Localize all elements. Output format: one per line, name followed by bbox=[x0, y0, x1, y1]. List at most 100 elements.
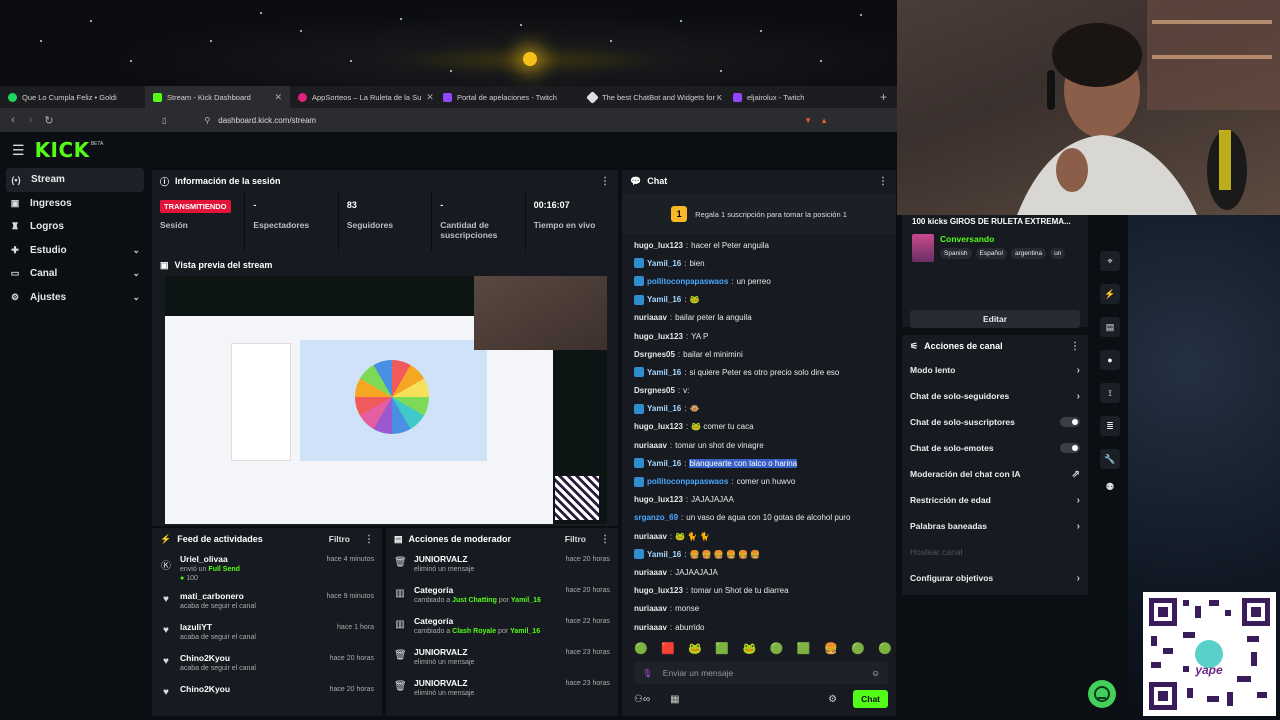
extension-brave-icon[interactable]: ▼ bbox=[804, 116, 812, 125]
emote-icon[interactable]: 🐸 bbox=[743, 642, 757, 655]
chat-username[interactable]: Yamil_16 bbox=[647, 259, 681, 268]
pinned-gift-banner[interactable]: 1 Regala 1 suscripción para tomar la pos… bbox=[622, 194, 896, 234]
tag[interactable]: Español bbox=[975, 248, 1007, 259]
chat-username[interactable]: nuriaaav bbox=[634, 568, 667, 577]
emote-icon[interactable]: 🐸 bbox=[688, 642, 702, 655]
toggle-switch[interactable] bbox=[1060, 443, 1080, 453]
edit-button[interactable]: Editar bbox=[910, 310, 1080, 328]
url-field[interactable]: ▯ ⚲ dashboard.kick.com/stream ▼ ▲ bbox=[162, 111, 828, 129]
chat-username[interactable]: hugo_lux123 bbox=[634, 495, 683, 504]
browser-tab[interactable]: AppSorteos – La Ruleta de la Su ✕ bbox=[290, 86, 435, 108]
emoji-icon[interactable]: ☺ bbox=[871, 668, 880, 678]
chat-username[interactable]: hugo_lux123 bbox=[634, 332, 683, 341]
more-options-icon[interactable]: ⋮ bbox=[1070, 341, 1080, 352]
chat-input[interactable]: 🎙 Enviar un mensaje ☺ bbox=[634, 662, 888, 684]
menu-icon[interactable]: ☰ bbox=[12, 142, 25, 159]
settings-gear-icon[interactable]: ⚙ bbox=[828, 694, 837, 705]
category-name[interactable]: Conversando bbox=[940, 234, 1065, 244]
sidebar-item-stream[interactable]: (•) Stream bbox=[6, 168, 144, 192]
mod-tools-icon[interactable]: ⚇∞ bbox=[634, 694, 650, 705]
reload-icon[interactable]: ↻ bbox=[40, 114, 58, 127]
extension-alert-icon[interactable]: ▲ bbox=[820, 116, 828, 125]
chat-username[interactable]: Yamil_16 bbox=[647, 368, 681, 377]
channel-action-row[interactable]: Moderación del chat con IA ⇗ bbox=[902, 461, 1088, 487]
lightning-icon[interactable]: ⚡ bbox=[1100, 284, 1120, 304]
chat-username[interactable]: hugo_lux123 bbox=[634, 586, 683, 595]
filter-button[interactable]: Filtro bbox=[329, 534, 350, 544]
back-icon[interactable]: ‹ bbox=[4, 114, 22, 126]
broadcast-icon[interactable]: ⟟ bbox=[1100, 383, 1120, 403]
bookmark-icon[interactable]: ▯ bbox=[162, 116, 166, 125]
sidebar-item-ajustes[interactable]: ⚙ Ajustes ⌄ bbox=[0, 286, 150, 310]
chat-username[interactable]: hugo_lux123 bbox=[634, 422, 683, 431]
chat-icon[interactable]: ● bbox=[1100, 350, 1120, 370]
chat-send-button[interactable]: Chat bbox=[853, 690, 888, 708]
browser-tab[interactable]: Que Lo Cumpla Feliz • Goldi bbox=[0, 86, 145, 108]
chat-username[interactable]: Dsrgnes05 bbox=[634, 350, 675, 359]
channel-action-row[interactable]: Palabras baneadas › bbox=[902, 513, 1088, 539]
emote-icon[interactable]: 🟢 bbox=[851, 642, 865, 655]
channel-action-row[interactable]: Configurar objetivos › bbox=[902, 565, 1088, 591]
close-icon[interactable]: ✕ bbox=[426, 92, 434, 103]
emote-icon[interactable]: 🟩 bbox=[797, 642, 811, 655]
more-options-icon[interactable]: ⋮ bbox=[600, 534, 610, 545]
chat-username[interactable]: nuriaaav bbox=[634, 313, 667, 322]
chat-username[interactable]: pollitoconpapaswaos bbox=[647, 277, 728, 286]
microphone-icon[interactable]: 🎙 bbox=[642, 668, 653, 679]
more-options-icon[interactable]: ⋮ bbox=[878, 176, 888, 187]
filter-button[interactable]: Filtro bbox=[565, 534, 586, 544]
browser-tab[interactable]: eljairolux - Twitch bbox=[725, 86, 870, 108]
target-icon[interactable]: ⌖ bbox=[1100, 251, 1120, 271]
emote-icon[interactable]: 🟥 bbox=[661, 642, 675, 655]
emote-icon[interactable]: 🟩 bbox=[715, 642, 729, 655]
new-tab-icon[interactable]: + bbox=[880, 90, 887, 104]
chat-username[interactable]: Yamil_16 bbox=[647, 550, 681, 559]
chat-username[interactable]: pollitoconpapaswaos bbox=[647, 477, 728, 486]
category-thumbnail[interactable] bbox=[912, 234, 934, 262]
emote-icon[interactable]: 🟢 bbox=[634, 642, 648, 655]
browser-tab[interactable]: Portal de apelaciones - Twitch bbox=[435, 86, 580, 108]
kick-logo[interactable]: KICK bbox=[35, 138, 90, 162]
emote-icon[interactable]: 🍔 bbox=[824, 642, 838, 655]
emote-icon[interactable]: 🟢 bbox=[878, 642, 892, 655]
site-info-icon[interactable]: ⚲ bbox=[204, 116, 210, 125]
stream-preview-video[interactable] bbox=[165, 276, 607, 524]
chat-username[interactable]: Dsrgnes05 bbox=[634, 386, 675, 395]
store-icon[interactable]: ▦ bbox=[670, 694, 679, 705]
channel-action-row[interactable]: Restricción de edad › bbox=[902, 487, 1088, 513]
database-icon[interactable]: ≣ bbox=[1100, 416, 1120, 436]
chat-messages[interactable]: hugo_lux123: hacer el Peter anguila Yamil_… bbox=[634, 236, 892, 636]
forward-icon[interactable]: › bbox=[22, 114, 40, 126]
chat-username[interactable]: nuriaaav bbox=[634, 604, 667, 613]
sidebar-item-estudio[interactable]: ✚ Estudio ⌄ bbox=[0, 239, 150, 263]
chat-username[interactable]: nuriaaav bbox=[634, 441, 667, 450]
chat-username[interactable]: Yamil_16 bbox=[647, 459, 681, 468]
browser-tab[interactable]: The best ChatBot and Widgets for K bbox=[580, 86, 725, 108]
toggle-switch[interactable] bbox=[1060, 417, 1080, 427]
more-options-icon[interactable]: ⋮ bbox=[600, 176, 610, 187]
chat-username[interactable]: nuriaaav bbox=[634, 623, 667, 632]
tag[interactable]: Spanish bbox=[940, 248, 972, 259]
tag[interactable]: un bbox=[1050, 248, 1066, 259]
channel-action-row[interactable]: Chat de solo-seguidores › bbox=[902, 383, 1088, 409]
chat-message: nuriaaav: bailar peter la anguila bbox=[634, 313, 752, 323]
wrench-icon[interactable]: 🔧 bbox=[1100, 449, 1120, 469]
chat-username[interactable]: srganzo_69 bbox=[634, 513, 678, 522]
document-icon[interactable]: ▤ bbox=[1100, 317, 1120, 337]
emote-icon[interactable]: 🟢 bbox=[770, 642, 784, 655]
sidebar-item-ingresos[interactable]: ▣ Ingresos bbox=[0, 192, 150, 216]
more-options-icon[interactable]: ⋮ bbox=[364, 534, 374, 545]
chat-username[interactable]: Yamil_16 bbox=[647, 404, 681, 413]
integrations-icon[interactable]: ⚉ bbox=[1106, 482, 1115, 493]
chat-username[interactable]: hugo_lux123 bbox=[634, 241, 683, 250]
sidebar-item-canal[interactable]: ▭ Canal ⌄ bbox=[0, 262, 150, 286]
channel-action-row[interactable]: Modo lento › bbox=[902, 357, 1088, 383]
tag[interactable]: argentina bbox=[1011, 248, 1047, 259]
chat-username[interactable]: nuriaaav bbox=[634, 532, 667, 541]
sidebar-item-logros[interactable]: ♜ Logros bbox=[0, 215, 150, 239]
close-icon[interactable]: ✕ bbox=[274, 92, 282, 103]
chat-username[interactable]: Yamil_16 bbox=[647, 295, 681, 304]
channel-action-row[interactable]: Chat de solo-suscriptores bbox=[902, 409, 1088, 435]
channel-action-row[interactable]: Chat de solo-emotes bbox=[902, 435, 1088, 461]
browser-tab[interactable]: Stream - Kick Dashboard ✕ bbox=[145, 86, 290, 108]
